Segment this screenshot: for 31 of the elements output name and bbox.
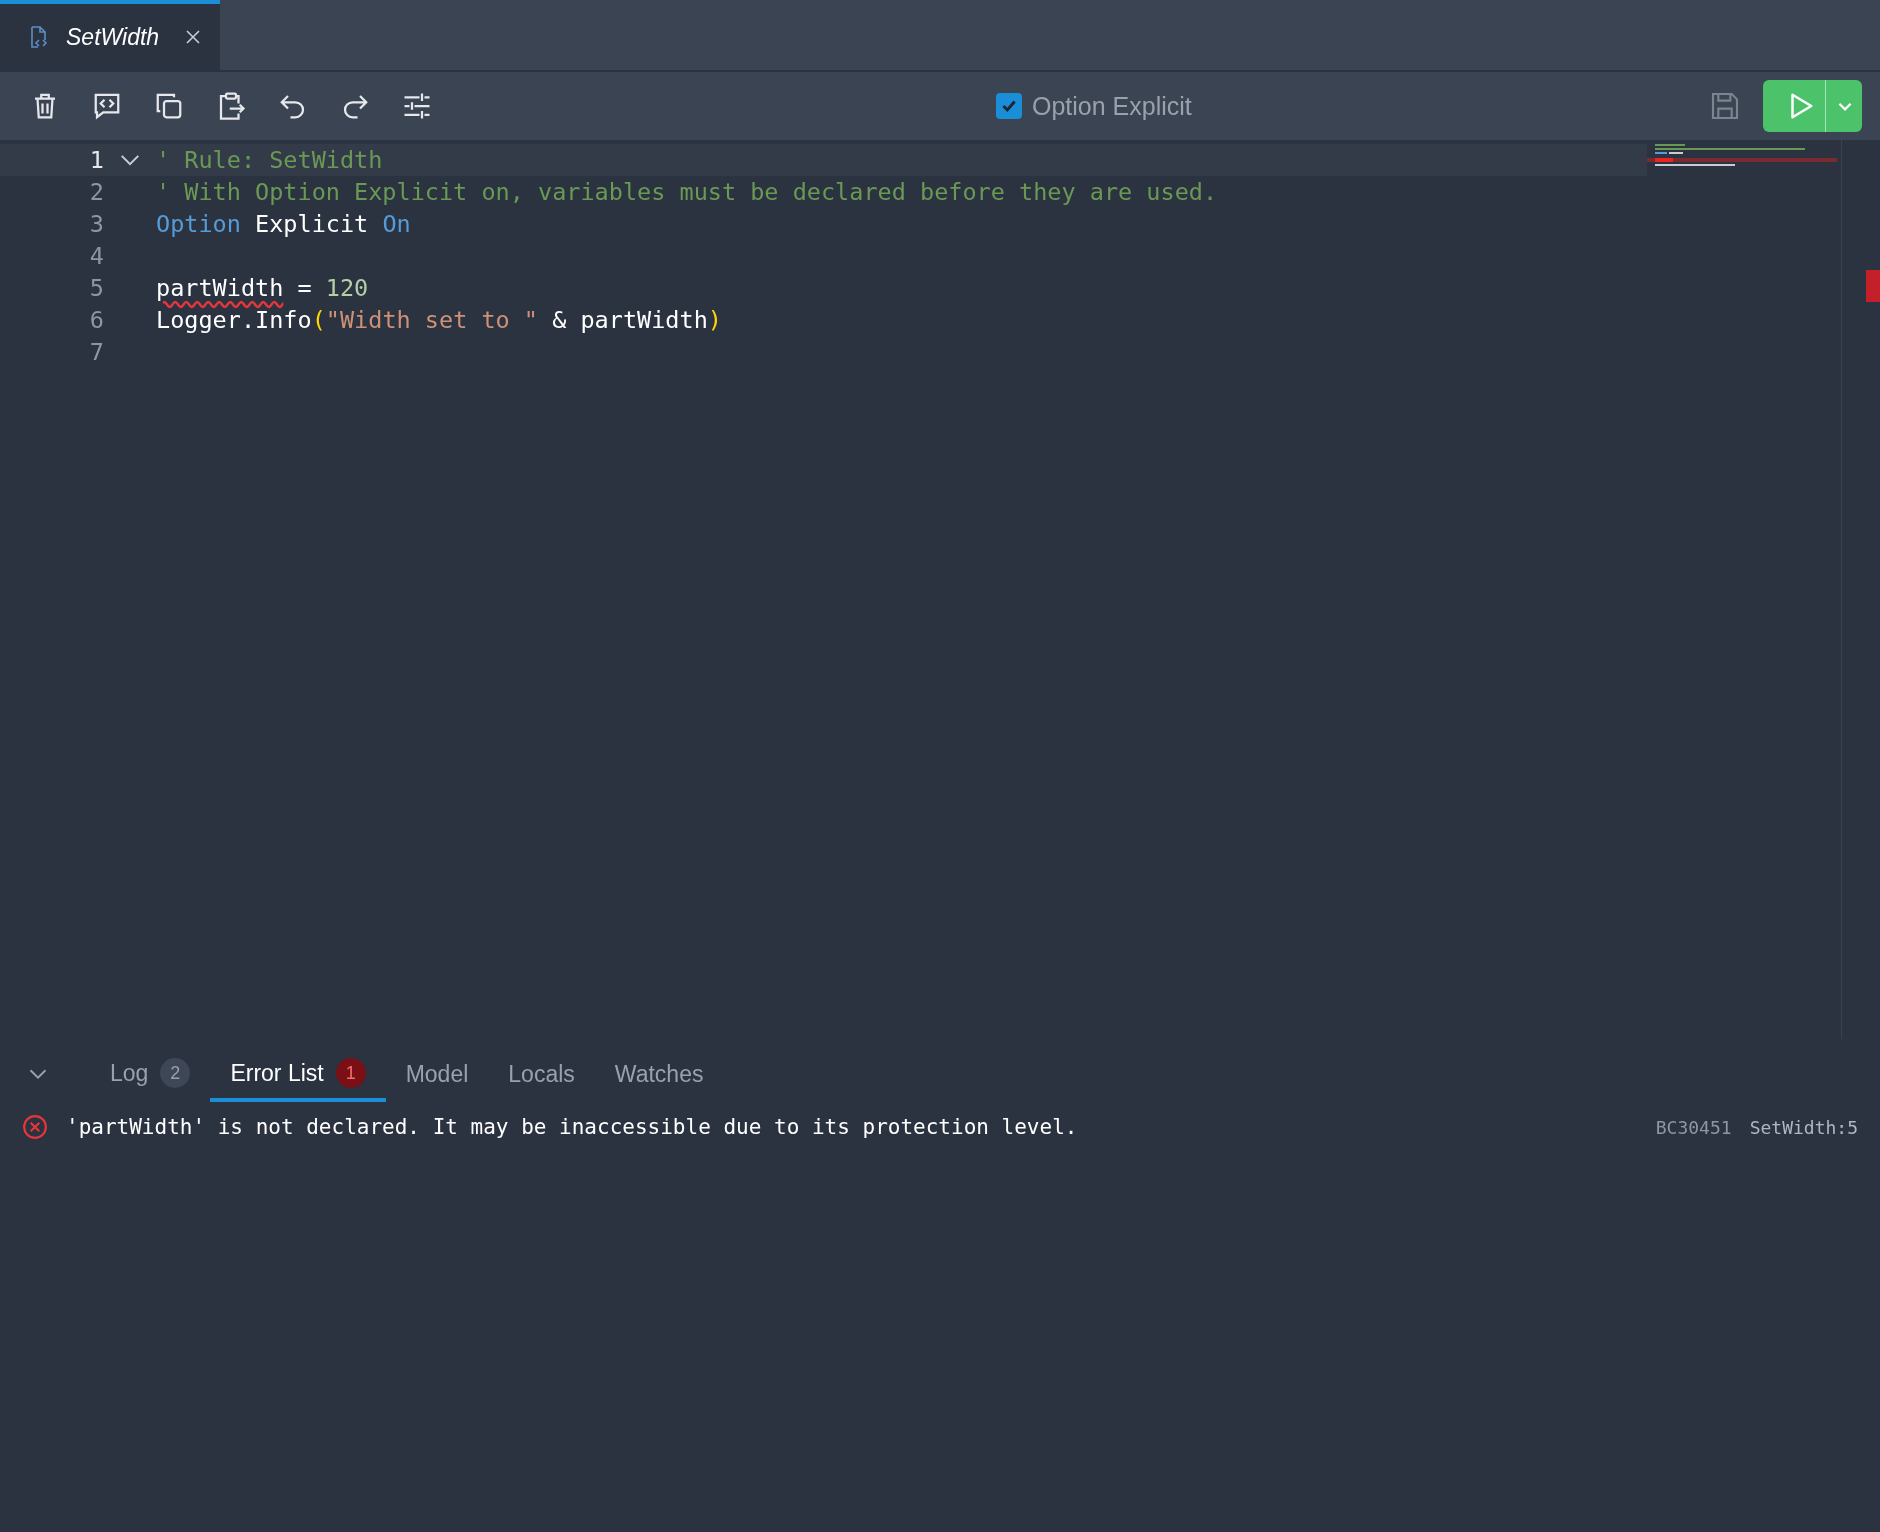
error-icon xyxy=(22,1114,48,1140)
code-line: ' With Option Explicit on, variables must be declared before they are used. xyxy=(156,178,1218,206)
error-location[interactable]: SetWidth:5 xyxy=(1749,1116,1858,1138)
copy-icon[interactable] xyxy=(154,91,184,121)
line-number: 3 xyxy=(88,210,104,238)
panel-tab[interactable]: Locals xyxy=(488,1061,595,1102)
line-number: 7 xyxy=(88,338,104,366)
option-explicit-checkbox[interactable]: Option Explicit xyxy=(996,91,1192,121)
line-number: 2 xyxy=(88,178,104,206)
code-line: ' Rule: SetWidth xyxy=(156,146,383,174)
line-number: 4 xyxy=(88,242,104,270)
error-message: 'partWidth' is not declared. It may be inaccessible due to its protection level. xyxy=(66,1115,1078,1139)
code-line: Option Explicit On xyxy=(156,210,411,238)
count-badge: 2 xyxy=(160,1058,191,1088)
panel-tab[interactable]: Watches xyxy=(594,1061,724,1102)
error-code: BC30451 xyxy=(1655,1116,1732,1138)
scrollbar-error-marker xyxy=(1866,270,1880,302)
code-comment-icon[interactable] xyxy=(92,91,122,121)
save-icon[interactable] xyxy=(1709,90,1741,122)
code-line: partWidth = 120 xyxy=(156,274,369,302)
close-icon[interactable] xyxy=(185,29,202,45)
count-badge: 1 xyxy=(335,1058,366,1088)
panel-tab[interactable]: Log 2 xyxy=(90,1058,211,1102)
line-number: 6 xyxy=(88,306,104,334)
document-tab[interactable]: SetWidth xyxy=(0,0,220,70)
code-line: Logger.Info("Width set to " & partWidth) xyxy=(156,306,722,334)
panel-tab[interactable]: Error List 1 xyxy=(210,1058,386,1102)
panel-tab[interactable]: Model xyxy=(385,1061,489,1102)
line-number: 5 xyxy=(88,274,104,302)
settings-sliders-icon[interactable] xyxy=(402,91,432,121)
line-number: 1 xyxy=(88,146,104,174)
